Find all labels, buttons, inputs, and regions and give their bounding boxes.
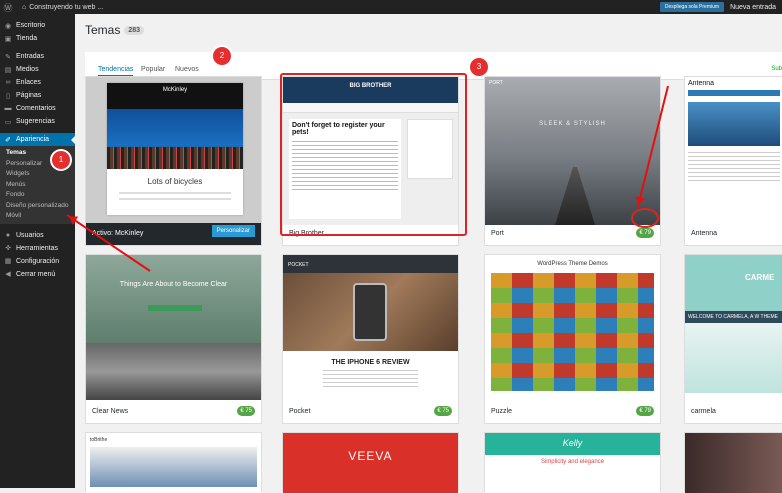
submenu-menus[interactable]: Menús (0, 180, 75, 191)
menu-item-tienda[interactable]: ▣ Tienda (0, 32, 75, 45)
price-badge[interactable]: € 79 (636, 228, 654, 238)
upload-link[interactable]: Sub (771, 66, 782, 72)
theme-card-antenna[interactable]: Antenna Antenna (684, 76, 782, 246)
veeva-logo: VEEVA (348, 449, 393, 463)
menu-item-comentarios[interactable]: ▬ Comentarios (0, 102, 75, 115)
theme-card-clear-news[interactable]: Things Are About to Become Clear Clear N… (85, 254, 262, 424)
port-logo: PORT (489, 80, 503, 86)
tab-nuevos[interactable]: Nuevos (175, 66, 199, 73)
menu-item-cerrar-menu[interactable]: ◀ Cerrar menú (0, 268, 75, 281)
menu-item-paginas[interactable]: ▯ Páginas (0, 89, 75, 102)
comment-icon: ▬ (4, 105, 12, 112)
pin-icon: ✎ (5, 53, 11, 61)
mckinley-caption: Lots of bicycles (147, 177, 203, 186)
pocket-heading: THE IPHONE 6 REVIEW (331, 359, 410, 366)
theme-card-veeva[interactable]: VEEVA (282, 432, 459, 493)
menu-item-entradas[interactable]: ✎ Entradas (0, 50, 75, 63)
price-badge[interactable]: € 79 (636, 406, 654, 416)
puzzle-title: WordPress Theme Demos (537, 261, 608, 267)
theme-screenshot (685, 433, 782, 493)
admin-bar: Ⓦ ⌂ Construyendo tu web ... Despliega sol… (0, 0, 782, 14)
theme-screenshot: CARME WELCOME TO CARMELA, A W THEME (685, 255, 782, 400)
theme-name: carmela (691, 408, 716, 415)
link-icon: ∞ (5, 79, 11, 86)
kelly-tagline: Simplicity and elegance (540, 459, 605, 465)
dashboard-icon: ◉ (4, 22, 12, 30)
theme-card-kelly[interactable]: Kelly Simplicity and elegance (484, 432, 661, 493)
row3-a-title: toBrithe (90, 437, 108, 443)
collapse-icon: ◀ (5, 271, 11, 278)
mckinley-title: McKinley (107, 83, 243, 109)
page-header: Temas 283 (85, 23, 145, 37)
theme-name: Antenna (691, 230, 718, 237)
menu-item-escritorio[interactable]: ◉ Escritorio (0, 19, 75, 32)
theme-screenshot: WordPress Theme Demos (485, 255, 660, 400)
kelly-logo: Kelly (485, 433, 660, 455)
home-icon: ⌂ (22, 3, 27, 11)
clear-news-tagline: Things Are About to Become Clear (119, 281, 228, 288)
theme-name: Puzzle (491, 408, 513, 415)
port-tagline: SLEEK & STYLISH (539, 121, 606, 127)
feedback-icon: ▭ (4, 118, 12, 126)
pocket-logo: POCKET (283, 255, 458, 273)
submenu-widgets[interactable]: Widgets (0, 169, 75, 180)
wordpress-logo-icon[interactable]: Ⓦ (0, 1, 16, 14)
preview-button[interactable]: Despliega sola Premium (659, 2, 725, 12)
price-badge[interactable]: € 75 (237, 406, 255, 416)
annotation-marker-2: 2 (213, 47, 231, 65)
menu-item-sugerencias[interactable]: ▭ Sugerencias (0, 115, 75, 128)
theme-screenshot: VEEVA (283, 433, 458, 493)
theme-name: Port (491, 230, 504, 237)
menu-item-medios[interactable]: ▤ Medios (0, 63, 75, 76)
antenna-title: Antenna (688, 80, 715, 87)
theme-screenshot: Kelly Simplicity and elegance (485, 433, 660, 493)
theme-screenshot: toBrithe (86, 433, 261, 493)
theme-screenshot: McKinley Lots of bicycles (86, 77, 261, 225)
brush-icon: ✐ (5, 136, 11, 144)
theme-screenshot: Antenna (685, 77, 782, 225)
theme-count-badge: 283 (124, 25, 145, 35)
highlight-big-brother (280, 73, 467, 236)
highlight-price-port (631, 208, 659, 228)
carmela-subtitle: WELCOME TO CARMELA, A W THEME (685, 311, 782, 323)
tab-popular[interactable]: Popular (141, 66, 165, 73)
price-badge[interactable]: € 75 (434, 406, 452, 416)
media-icon: ▤ (4, 66, 12, 74)
page-title: Temas (85, 23, 121, 37)
menu-item-apariencia[interactable]: ✐ Apariencia (0, 133, 75, 146)
submenu-fondo[interactable]: Fondo (0, 190, 75, 201)
menu-item-herramientas[interactable]: ✜ Herramientas (0, 242, 75, 255)
page-icon: ▯ (6, 92, 10, 100)
admin-sidebar: ◉ Escritorio ▣ Tienda ✎ Entradas ▤ Medios ∞ E… (0, 14, 75, 488)
customize-button[interactable]: Personalizar (211, 225, 255, 237)
new-post-link[interactable]: Nueva entrada (730, 4, 776, 11)
menu-item-enlaces[interactable]: ∞ Enlaces (0, 76, 75, 89)
wrench-icon: ✜ (5, 245, 11, 252)
users-icon: ● (5, 231, 11, 239)
theme-card-carmela[interactable]: CARME WELCOME TO CARMELA, A W THEME carm… (684, 254, 782, 424)
theme-screenshot: Things Are About to Become Clear (86, 255, 261, 400)
menu-item-configuracion[interactable]: ▦ Configuración (0, 255, 75, 268)
settings-icon: ▦ (4, 258, 12, 265)
theme-card-row3-4[interactable] (684, 432, 782, 493)
submenu-diseno-personalizado[interactable]: Diseño personalizado (0, 201, 75, 212)
cart-icon: ▣ (4, 35, 12, 43)
theme-name: Pocket (289, 408, 311, 415)
site-name-link[interactable]: ⌂ Construyendo tu web ... (22, 4, 103, 11)
theme-card-puzzle[interactable]: WordPress Theme Demos Puzzle € 79 (484, 254, 661, 424)
theme-card-row3-1[interactable]: toBrithe (85, 432, 262, 493)
menu-item-usuarios[interactable]: ● Usuarios (0, 229, 75, 242)
annotation-marker-1: 1 (52, 151, 70, 169)
theme-card-mckinley[interactable]: McKinley Lots of bicycles Activo: McKinl… (85, 76, 262, 246)
carmela-title: CARME (745, 273, 775, 282)
theme-card-pocket[interactable]: POCKET THE IPHONE 6 REVIEW Pocket € 75 (282, 254, 459, 424)
theme-name: Clear News (92, 408, 129, 415)
annotation-marker-3: 3 (470, 58, 488, 76)
theme-screenshot: POCKET THE IPHONE 6 REVIEW (283, 255, 458, 400)
